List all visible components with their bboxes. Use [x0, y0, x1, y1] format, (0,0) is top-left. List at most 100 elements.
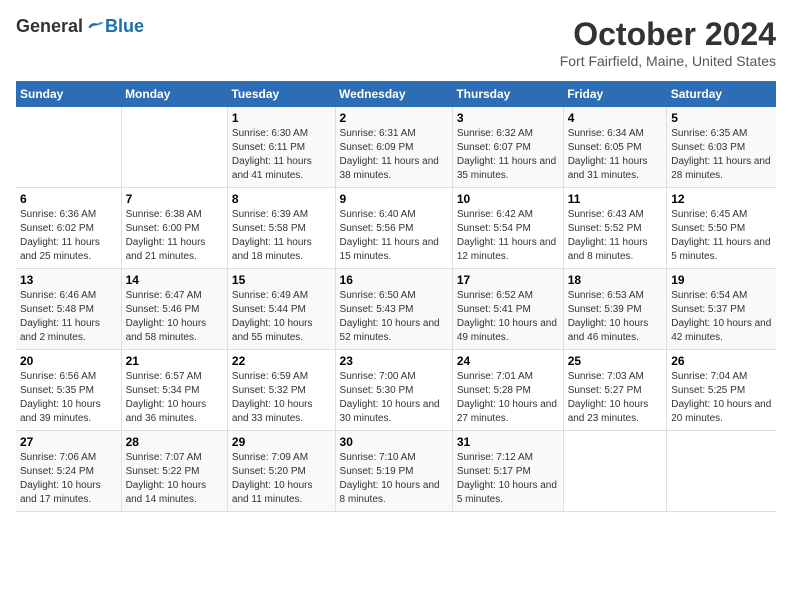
day-number: 19: [671, 273, 772, 287]
day-number: 1: [232, 111, 331, 125]
day-number: 15: [232, 273, 331, 287]
calendar-cell: 1 Sunrise: 6:30 AMSunset: 6:11 PMDayligh…: [227, 107, 335, 188]
calendar-cell: 7 Sunrise: 6:38 AMSunset: 6:00 PMDayligh…: [121, 188, 227, 269]
calendar-week-row: 27 Sunrise: 7:06 AMSunset: 5:24 PMDaylig…: [16, 431, 776, 512]
month-title: October 2024: [560, 16, 776, 53]
day-number: 22: [232, 354, 331, 368]
day-number: 18: [568, 273, 663, 287]
logo-general: General: [16, 16, 83, 37]
day-info: Sunrise: 7:01 AMSunset: 5:28 PMDaylight:…: [457, 371, 557, 424]
day-number: 28: [126, 435, 223, 449]
day-number: 24: [457, 354, 559, 368]
day-number: 3: [457, 111, 559, 125]
calendar-cell: 22 Sunrise: 6:59 AMSunset: 5:32 PMDaylig…: [227, 350, 335, 431]
calendar-cell: 19 Sunrise: 6:54 AMSunset: 5:37 PMDaylig…: [667, 269, 776, 350]
day-number: 11: [568, 192, 663, 206]
calendar-cell: 21 Sunrise: 6:57 AMSunset: 5:34 PMDaylig…: [121, 350, 227, 431]
calendar-cell: 4 Sunrise: 6:34 AMSunset: 6:05 PMDayligh…: [563, 107, 667, 188]
location: Fort Fairfield, Maine, United States: [560, 53, 776, 69]
day-info: Sunrise: 6:56 AMSunset: 5:35 PMDaylight:…: [20, 371, 101, 424]
day-info: Sunrise: 6:40 AMSunset: 5:56 PMDaylight:…: [340, 209, 439, 262]
calendar-cell: 6 Sunrise: 6:36 AMSunset: 6:02 PMDayligh…: [16, 188, 121, 269]
day-number: 8: [232, 192, 331, 206]
day-info: Sunrise: 7:12 AMSunset: 5:17 PMDaylight:…: [457, 452, 557, 505]
day-number: 27: [20, 435, 117, 449]
day-info: Sunrise: 6:39 AMSunset: 5:58 PMDaylight:…: [232, 209, 312, 262]
day-number: 9: [340, 192, 448, 206]
calendar-cell: 24 Sunrise: 7:01 AMSunset: 5:28 PMDaylig…: [452, 350, 563, 431]
title-section: October 2024 Fort Fairfield, Maine, Unit…: [560, 16, 776, 69]
day-info: Sunrise: 6:50 AMSunset: 5:43 PMDaylight:…: [340, 290, 440, 343]
calendar-cell: 11 Sunrise: 6:43 AMSunset: 5:52 PMDaylig…: [563, 188, 667, 269]
weekday-header-row: SundayMondayTuesdayWednesdayThursdayFrid…: [16, 81, 776, 107]
day-info: Sunrise: 7:09 AMSunset: 5:20 PMDaylight:…: [232, 452, 313, 505]
calendar-cell: 29 Sunrise: 7:09 AMSunset: 5:20 PMDaylig…: [227, 431, 335, 512]
calendar-week-row: 20 Sunrise: 6:56 AMSunset: 5:35 PMDaylig…: [16, 350, 776, 431]
day-info: Sunrise: 7:07 AMSunset: 5:22 PMDaylight:…: [126, 452, 207, 505]
day-info: Sunrise: 6:45 AMSunset: 5:50 PMDaylight:…: [671, 209, 770, 262]
day-info: Sunrise: 6:47 AMSunset: 5:46 PMDaylight:…: [126, 290, 207, 343]
day-number: 20: [20, 354, 117, 368]
day-number: 13: [20, 273, 117, 287]
day-info: Sunrise: 6:35 AMSunset: 6:03 PMDaylight:…: [671, 128, 770, 181]
day-info: Sunrise: 6:54 AMSunset: 5:37 PMDaylight:…: [671, 290, 771, 343]
weekday-header-saturday: Saturday: [667, 81, 776, 107]
day-number: 21: [126, 354, 223, 368]
logo: General Blue: [16, 16, 144, 37]
calendar-cell: 20 Sunrise: 6:56 AMSunset: 5:35 PMDaylig…: [16, 350, 121, 431]
calendar-table: SundayMondayTuesdayWednesdayThursdayFrid…: [16, 81, 776, 512]
calendar-cell: 25 Sunrise: 7:03 AMSunset: 5:27 PMDaylig…: [563, 350, 667, 431]
calendar-cell: 26 Sunrise: 7:04 AMSunset: 5:25 PMDaylig…: [667, 350, 776, 431]
calendar-cell: 28 Sunrise: 7:07 AMSunset: 5:22 PMDaylig…: [121, 431, 227, 512]
day-number: 12: [671, 192, 772, 206]
day-info: Sunrise: 6:30 AMSunset: 6:11 PMDaylight:…: [232, 128, 312, 181]
calendar-cell: 13 Sunrise: 6:46 AMSunset: 5:48 PMDaylig…: [16, 269, 121, 350]
day-number: 4: [568, 111, 663, 125]
calendar-cell: 9 Sunrise: 6:40 AMSunset: 5:56 PMDayligh…: [335, 188, 452, 269]
calendar-cell: 23 Sunrise: 7:00 AMSunset: 5:30 PMDaylig…: [335, 350, 452, 431]
calendar-cell: 17 Sunrise: 6:52 AMSunset: 5:41 PMDaylig…: [452, 269, 563, 350]
weekday-header-thursday: Thursday: [452, 81, 563, 107]
day-info: Sunrise: 6:46 AMSunset: 5:48 PMDaylight:…: [20, 290, 100, 343]
day-number: 14: [126, 273, 223, 287]
logo-blue: Blue: [105, 16, 144, 37]
day-info: Sunrise: 6:38 AMSunset: 6:00 PMDaylight:…: [126, 209, 206, 262]
weekday-header-wednesday: Wednesday: [335, 81, 452, 107]
day-info: Sunrise: 6:31 AMSunset: 6:09 PMDaylight:…: [340, 128, 439, 181]
logo-bird-icon: [85, 17, 105, 37]
weekday-header-sunday: Sunday: [16, 81, 121, 107]
day-number: 17: [457, 273, 559, 287]
calendar-week-row: 6 Sunrise: 6:36 AMSunset: 6:02 PMDayligh…: [16, 188, 776, 269]
day-number: 16: [340, 273, 448, 287]
calendar-cell: 10 Sunrise: 6:42 AMSunset: 5:54 PMDaylig…: [452, 188, 563, 269]
page-header: General Blue October 2024 Fort Fairfield…: [16, 16, 776, 69]
calendar-cell: 12 Sunrise: 6:45 AMSunset: 5:50 PMDaylig…: [667, 188, 776, 269]
day-info: Sunrise: 6:34 AMSunset: 6:05 PMDaylight:…: [568, 128, 648, 181]
calendar-cell: 18 Sunrise: 6:53 AMSunset: 5:39 PMDaylig…: [563, 269, 667, 350]
calendar-cell: 14 Sunrise: 6:47 AMSunset: 5:46 PMDaylig…: [121, 269, 227, 350]
calendar-cell: [16, 107, 121, 188]
day-info: Sunrise: 7:00 AMSunset: 5:30 PMDaylight:…: [340, 371, 440, 424]
day-number: 30: [340, 435, 448, 449]
day-info: Sunrise: 7:06 AMSunset: 5:24 PMDaylight:…: [20, 452, 101, 505]
day-info: Sunrise: 6:49 AMSunset: 5:44 PMDaylight:…: [232, 290, 313, 343]
day-number: 2: [340, 111, 448, 125]
calendar-cell: 3 Sunrise: 6:32 AMSunset: 6:07 PMDayligh…: [452, 107, 563, 188]
calendar-cell: 31 Sunrise: 7:12 AMSunset: 5:17 PMDaylig…: [452, 431, 563, 512]
calendar-cell: 2 Sunrise: 6:31 AMSunset: 6:09 PMDayligh…: [335, 107, 452, 188]
calendar-cell: 16 Sunrise: 6:50 AMSunset: 5:43 PMDaylig…: [335, 269, 452, 350]
calendar-week-row: 13 Sunrise: 6:46 AMSunset: 5:48 PMDaylig…: [16, 269, 776, 350]
calendar-week-row: 1 Sunrise: 6:30 AMSunset: 6:11 PMDayligh…: [16, 107, 776, 188]
day-info: Sunrise: 6:59 AMSunset: 5:32 PMDaylight:…: [232, 371, 313, 424]
day-info: Sunrise: 6:42 AMSunset: 5:54 PMDaylight:…: [457, 209, 556, 262]
calendar-cell: 27 Sunrise: 7:06 AMSunset: 5:24 PMDaylig…: [16, 431, 121, 512]
day-info: Sunrise: 6:32 AMSunset: 6:07 PMDaylight:…: [457, 128, 556, 181]
day-info: Sunrise: 6:53 AMSunset: 5:39 PMDaylight:…: [568, 290, 649, 343]
day-info: Sunrise: 7:03 AMSunset: 5:27 PMDaylight:…: [568, 371, 649, 424]
day-number: 31: [457, 435, 559, 449]
day-info: Sunrise: 7:10 AMSunset: 5:19 PMDaylight:…: [340, 452, 440, 505]
calendar-cell: [121, 107, 227, 188]
calendar-cell: [667, 431, 776, 512]
day-number: 26: [671, 354, 772, 368]
calendar-cell: 15 Sunrise: 6:49 AMSunset: 5:44 PMDaylig…: [227, 269, 335, 350]
